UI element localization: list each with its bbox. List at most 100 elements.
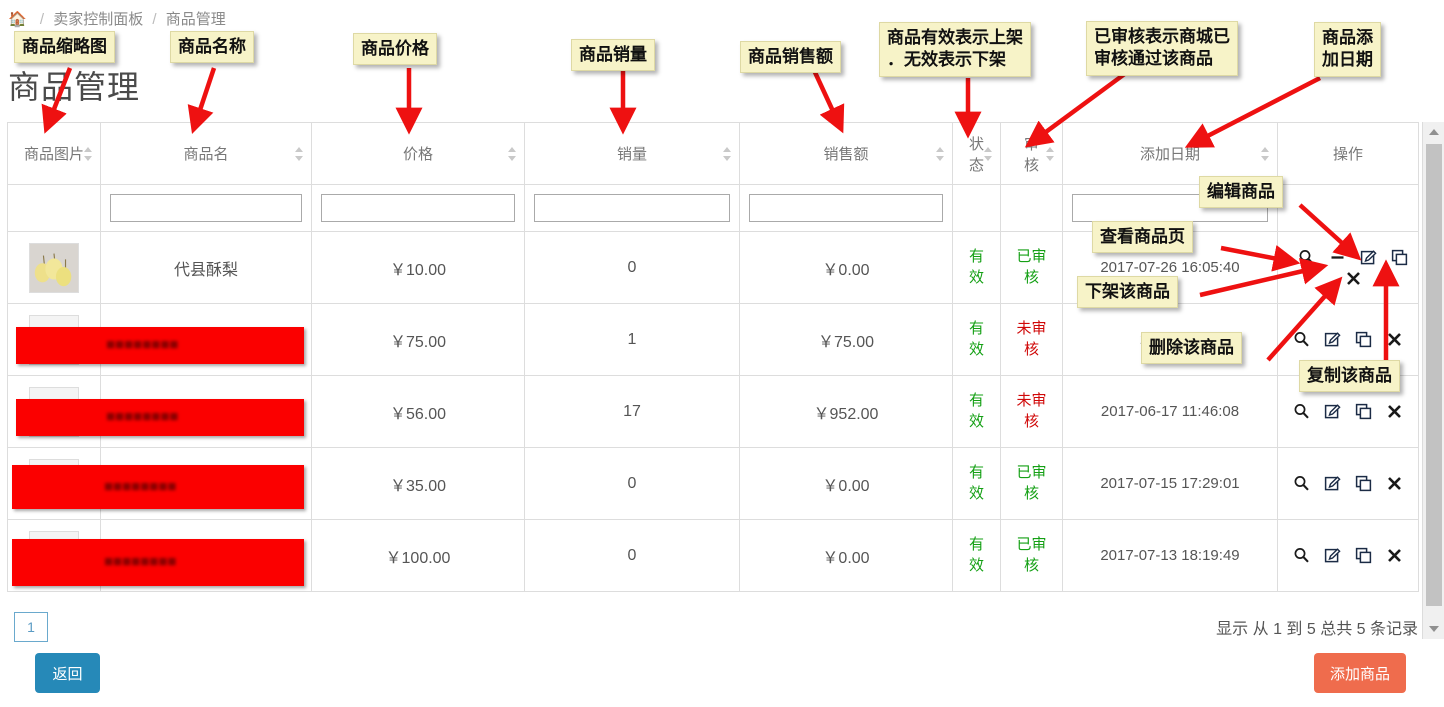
- column-header-image[interactable]: 商品图片: [7, 122, 101, 185]
- minus-icon[interactable]: [1329, 249, 1346, 266]
- status-badge: 有效: [968, 464, 984, 502]
- cell-price: ￥75.00: [311, 303, 525, 376]
- search-icon[interactable]: [1293, 547, 1310, 564]
- cell-status: 有效: [952, 519, 1001, 592]
- product-thumbnail[interactable]: [29, 242, 79, 293]
- cell-name: 代县酥梨: [100, 231, 312, 304]
- column-header-name[interactable]: 商品名: [100, 122, 312, 185]
- cell-status: 有效: [952, 375, 1001, 448]
- edit-icon[interactable]: [1324, 331, 1341, 348]
- row-actions: [1288, 475, 1408, 492]
- arrow-name: [187, 67, 217, 134]
- audit-badge: 已审核: [1016, 536, 1047, 574]
- scrollbar-thumb[interactable]: [1426, 144, 1442, 606]
- sort-arrows-icon[interactable]: [936, 146, 945, 162]
- vertical-scrollbar[interactable]: [1422, 122, 1444, 639]
- column-header-amount[interactable]: 销售额: [739, 122, 953, 185]
- search-icon[interactable]: [1293, 475, 1310, 492]
- back-button[interactable]: 返回: [35, 653, 100, 693]
- sort-arrows-icon[interactable]: [984, 146, 993, 162]
- add-product-button[interactable]: 添加商品: [1314, 653, 1406, 693]
- annotation-sales: 商品销量: [571, 39, 655, 72]
- sort-arrows-icon[interactable]: [1046, 146, 1055, 162]
- sort-arrows-icon[interactable]: [295, 146, 304, 162]
- annotation-price: 商品价格: [353, 33, 437, 66]
- redaction-bar: ■■■■■■■■: [12, 539, 304, 586]
- filter-cell-name: [100, 184, 312, 232]
- filter-cell-audit: [1000, 184, 1063, 232]
- table-body: 代县酥梨 ￥10.00 0 ￥0.00 有效 已审核 2017-07-26 16…: [7, 184, 1419, 592]
- column-label-price: 价格: [402, 146, 433, 163]
- filter-input-sales[interactable]: [534, 194, 730, 222]
- breadcrumb-item-dashboard[interactable]: 卖家控制面板: [53, 11, 143, 28]
- arrow-amount: [810, 67, 845, 134]
- copy-icon[interactable]: [1355, 403, 1372, 420]
- audit-badge: 未审核: [1016, 392, 1047, 430]
- filter-input-name[interactable]: [110, 194, 302, 222]
- cell-date: 2017-07-15 17:29:01: [1062, 447, 1278, 520]
- filter-cell-ops: [1277, 184, 1419, 232]
- search-icon[interactable]: [1293, 403, 1310, 420]
- cell-date: 2017-07-13 18:19:49: [1062, 519, 1278, 592]
- copy-icon[interactable]: [1355, 331, 1372, 348]
- breadcrumb-item-current: 商品管理: [165, 11, 226, 28]
- column-label-date: 添加日期: [1139, 146, 1200, 163]
- edit-icon[interactable]: [1360, 249, 1377, 266]
- filter-cell-sales: [524, 184, 740, 232]
- cell-sales: 0: [524, 519, 740, 592]
- scroll-up-icon[interactable]: [1423, 122, 1444, 142]
- column-header-price[interactable]: 价格: [311, 122, 525, 185]
- sort-arrows-icon[interactable]: [1261, 146, 1270, 162]
- copy-icon[interactable]: [1355, 475, 1372, 492]
- filter-cell-price: [311, 184, 525, 232]
- cell-amount: ￥952.00: [739, 375, 953, 448]
- cell-date: 2017-06-17 11:46:08: [1062, 375, 1278, 448]
- copy-icon[interactable]: [1391, 249, 1408, 266]
- search-icon[interactable]: [1293, 331, 1310, 348]
- pear-image: [30, 243, 78, 292]
- cell-ops: [1277, 519, 1419, 592]
- scroll-down-icon[interactable]: [1423, 619, 1444, 639]
- cell-price: ￥100.00: [311, 519, 525, 592]
- column-label-audit: 审核: [1023, 135, 1039, 174]
- search-icon[interactable]: [1298, 249, 1315, 266]
- row-actions: [1288, 249, 1418, 287]
- filter-input-price[interactable]: [321, 194, 515, 222]
- column-label-name: 商品名: [183, 146, 229, 163]
- breadcrumb-separator-1: /: [39, 11, 45, 28]
- column-header-audit[interactable]: 审核: [1000, 122, 1063, 185]
- column-header-status[interactable]: 状态: [952, 122, 1001, 185]
- copy-icon[interactable]: [1355, 547, 1372, 564]
- pagination-page-1[interactable]: 1: [14, 612, 48, 642]
- close-icon[interactable]: [1345, 270, 1362, 287]
- close-icon[interactable]: [1386, 331, 1403, 348]
- sort-arrows-icon[interactable]: [84, 146, 93, 162]
- column-label-image: 商品图片: [24, 146, 85, 163]
- annotation-delete: 删除该商品: [1141, 332, 1242, 365]
- home-icon[interactable]: 🏠: [8, 11, 27, 28]
- column-header-sales[interactable]: 销量: [524, 122, 740, 185]
- status-badge: 有效: [968, 320, 984, 358]
- sort-arrows-icon[interactable]: [508, 146, 517, 162]
- edit-icon[interactable]: [1324, 403, 1341, 420]
- row-actions: [1288, 547, 1408, 564]
- cell-ops: [1277, 447, 1419, 520]
- cell-sales: 17: [524, 375, 740, 448]
- close-icon[interactable]: [1386, 403, 1403, 420]
- breadcrumb: 🏠 / 卖家控制面板 / 商品管理: [8, 8, 226, 29]
- audit-badge: 已审核: [1016, 248, 1047, 286]
- close-icon[interactable]: [1386, 547, 1403, 564]
- row-actions: [1288, 403, 1408, 420]
- sort-arrows-icon[interactable]: [723, 146, 732, 162]
- cell-status: 有效: [952, 447, 1001, 520]
- filter-input-amount[interactable]: [749, 194, 943, 222]
- filter-cell-status: [952, 184, 1001, 232]
- cell-image: [7, 231, 101, 304]
- annotation-status: 商品有效表示上架 ．无效表示下架: [879, 22, 1031, 77]
- redaction-bar: ■■■■■■■■: [16, 327, 304, 364]
- edit-icon[interactable]: [1324, 475, 1341, 492]
- close-icon[interactable]: [1386, 475, 1403, 492]
- cell-sales: 0: [524, 231, 740, 304]
- column-label-sales: 销量: [616, 146, 647, 163]
- edit-icon[interactable]: [1324, 547, 1341, 564]
